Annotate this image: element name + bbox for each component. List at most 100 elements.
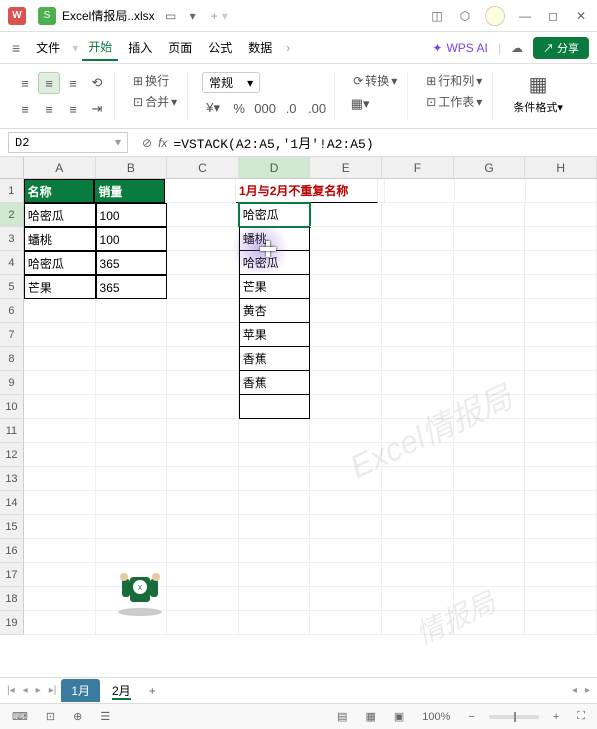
row-header[interactable]: 2 [0,203,24,227]
cell[interactable] [167,251,239,275]
col-header[interactable]: A [24,157,96,178]
decrease-decimal-icon[interactable]: .0 [280,97,302,119]
align-left-icon[interactable]: ≡ [14,98,36,120]
cell[interactable] [525,515,597,539]
col-header[interactable]: F [382,157,454,178]
zoom-level[interactable]: 100% [418,711,454,723]
cell[interactable] [24,443,96,467]
cell[interactable] [239,539,311,563]
cell[interactable]: 哈密瓜 [239,251,311,275]
doc-name[interactable]: Excel情报局..xlsx [62,7,155,24]
cell[interactable] [310,467,382,491]
cell[interactable] [525,587,597,611]
cell[interactable] [167,539,239,563]
zoom-out-button[interactable]: − [464,711,478,723]
tab-dropdown-icon[interactable]: ▾ [185,8,201,24]
cell[interactable] [525,467,597,491]
cell[interactable] [167,587,239,611]
cell[interactable] [24,419,96,443]
add-sheet-button[interactable]: + [143,684,162,698]
row-header[interactable]: 15 [0,515,24,539]
status-icon-2[interactable]: ⊡ [42,710,59,723]
row-header[interactable]: 11 [0,419,24,443]
row-header[interactable]: 16 [0,539,24,563]
cell[interactable] [96,347,168,371]
tab-start[interactable]: 开始 [82,34,118,61]
tab-formula[interactable]: 公式 [202,35,238,60]
cell[interactable] [454,467,526,491]
cell[interactable]: 芒果 [24,275,96,299]
cell[interactable] [24,299,96,323]
cell[interactable] [454,251,526,275]
cell[interactable] [525,563,597,587]
align-middle-icon[interactable]: ≡ [38,72,60,94]
format-painter-icon[interactable]: ▦▾ [349,93,371,115]
cell[interactable] [454,515,526,539]
cell[interactable] [96,467,168,491]
cell[interactable] [239,611,311,635]
cell[interactable] [310,419,382,443]
conditional-format-button[interactable]: ▦ 条件格式▾ [507,72,569,115]
cell[interactable] [239,419,311,443]
cell[interactable] [382,395,454,419]
formula-bar[interactable]: =VSTACK(A2:A5,'1月'!A2:A5) [173,133,373,152]
tab-list-icon[interactable]: ▭ [163,8,179,24]
cell[interactable] [454,203,526,227]
row-header[interactable]: 18 [0,587,24,611]
row-header[interactable]: 4 [0,251,24,275]
cell[interactable] [24,587,96,611]
col-header[interactable]: H [525,157,597,178]
tab-page[interactable]: 页面 [162,35,198,60]
cell[interactable] [382,515,454,539]
cell[interactable] [24,515,96,539]
cell[interactable] [382,227,454,251]
status-icon-4[interactable]: ☰ [96,710,114,723]
file-menu[interactable]: 文件 [28,37,68,58]
cell[interactable] [167,227,239,251]
cell-active[interactable]: 哈密瓜 [239,203,311,227]
percent-icon[interactable]: % [228,97,250,119]
cell[interactable] [382,299,454,323]
more-tabs-icon[interactable]: › [282,41,294,55]
row-header[interactable]: 7 [0,323,24,347]
cell[interactable] [378,179,385,203]
cell[interactable] [310,251,382,275]
cell[interactable] [525,227,597,251]
cell[interactable] [310,611,382,635]
cell[interactable]: 芒果 [239,275,311,299]
app-icon-2[interactable]: ⬡ [457,8,473,24]
cell[interactable] [310,443,382,467]
cell[interactable] [454,347,526,371]
cell[interactable] [455,179,526,203]
worksheet-button[interactable]: ⊡ 工作表 ▾ [422,93,486,110]
cell[interactable] [96,323,168,347]
cell[interactable]: 1月与2月不重复名称 [236,179,378,203]
cell[interactable] [310,491,382,515]
sheet-nav-first[interactable]: |◂ [4,685,18,696]
cell[interactable] [167,371,239,395]
scroll-left-icon[interactable]: ◂ [569,685,580,696]
col-header[interactable]: G [454,157,526,178]
cell[interactable] [239,563,311,587]
cell[interactable] [310,539,382,563]
row-header[interactable]: 3 [0,227,24,251]
cell[interactable] [24,395,96,419]
cell[interactable] [96,515,168,539]
wps-ai-button[interactable]: ✦WPS AI [426,41,493,55]
cell[interactable] [310,275,382,299]
sheet-nav-last[interactable]: ▸| [46,685,60,696]
cell[interactable] [24,611,96,635]
select-all-corner[interactable] [0,157,24,178]
cell[interactable]: 苹果 [239,323,311,347]
cell[interactable] [239,515,311,539]
cell[interactable]: 100 [96,227,168,251]
cell[interactable] [382,539,454,563]
col-header[interactable]: B [96,157,168,178]
cell[interactable] [165,179,236,203]
cell[interactable] [24,491,96,515]
cell[interactable] [454,443,526,467]
comma-icon[interactable]: 000 [254,97,276,119]
cell[interactable] [382,443,454,467]
cell[interactable] [24,539,96,563]
col-header[interactable]: E [310,157,382,178]
